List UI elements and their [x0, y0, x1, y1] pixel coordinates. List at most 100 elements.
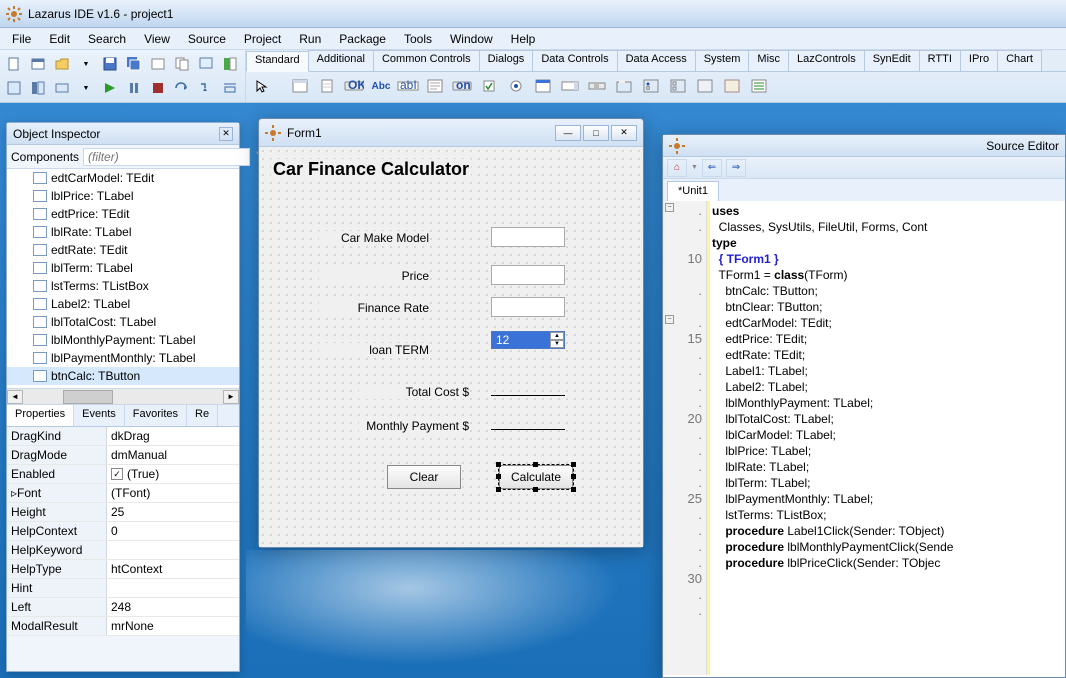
prop-row[interactable]: HelpTypehtContext	[7, 560, 239, 579]
comp-pointer[interactable]	[250, 74, 274, 98]
lbl-term[interactable]: loan TERM	[319, 343, 429, 357]
comp-edit[interactable]: abI	[396, 74, 420, 98]
menu-tools[interactable]: Tools	[396, 30, 440, 48]
tb-forms[interactable]	[195, 53, 217, 75]
form-maximize-button[interactable]: □	[583, 125, 609, 141]
menu-edit[interactable]: Edit	[41, 30, 78, 48]
lst-terms-spinner[interactable]: ▲▼	[550, 332, 564, 348]
menu-window[interactable]: Window	[442, 30, 501, 48]
tb-run-dropdown[interactable]: ▼	[75, 77, 97, 99]
tb-stepout[interactable]	[219, 77, 241, 99]
tb-view3[interactable]	[51, 77, 73, 99]
comptab-dialogs[interactable]: Dialogs	[479, 50, 534, 71]
comptab-additional[interactable]: Additional	[308, 50, 374, 71]
tree-item[interactable]: lblPaymentMonthly: TLabel	[7, 349, 239, 367]
component-tree[interactable]: edtCarModel: TEditlblPrice: TLabeledtPri…	[7, 169, 239, 389]
tb-view2[interactable]	[27, 77, 49, 99]
prop-row[interactable]: Height25	[7, 503, 239, 522]
comptab-system[interactable]: System	[695, 50, 750, 71]
proptab-events[interactable]: Events	[74, 405, 125, 426]
lbl-rate[interactable]: Finance Rate	[319, 301, 429, 315]
scroll-thumb[interactable]	[63, 390, 113, 404]
property-grid[interactable]: DragKinddkDragDragModedmManualEnabled✓(T…	[7, 427, 239, 636]
tb-new-unit[interactable]	[3, 53, 25, 75]
tree-item[interactable]: lblTotalCost: TLabel	[7, 313, 239, 331]
comptab-rtti[interactable]: RTTI	[919, 50, 961, 71]
prop-row[interactable]: Hint	[7, 579, 239, 598]
menu-file[interactable]: File	[4, 30, 39, 48]
code-area[interactable]: .. 10 . .15....20....25....30..−− uses C…	[663, 201, 1065, 675]
tree-item[interactable]: edtCarModel: TEdit	[7, 169, 239, 187]
form-canvas[interactable]: Car Finance Calculator Car Make Model Pr…	[259, 147, 643, 547]
lbl-total-cost[interactable]: Total Cost $	[359, 385, 469, 399]
comp-frame[interactable]	[720, 74, 744, 98]
comp-groupbox[interactable]	[612, 74, 636, 98]
lst-terms[interactable]: 12 ▲▼	[491, 331, 565, 349]
tb-units[interactable]	[171, 53, 193, 75]
tb-view1[interactable]	[3, 77, 25, 99]
menu-search[interactable]: Search	[80, 30, 134, 48]
edt-price[interactable]	[491, 265, 565, 285]
tb-new-form[interactable]	[27, 53, 49, 75]
comp-popupmenu[interactable]	[315, 74, 339, 98]
edt-car-model[interactable]	[491, 227, 565, 247]
prop-row[interactable]: ▹Font(TFont)	[7, 484, 239, 503]
lbl-total-cost-value[interactable]	[491, 395, 565, 396]
code-text[interactable]: uses Classes, SysUtils, FileUtil, Forms,…	[707, 201, 1065, 675]
source-tab-unit1[interactable]: *Unit1	[667, 181, 719, 201]
form-minimize-button[interactable]: —	[555, 125, 581, 141]
comptab-chart[interactable]: Chart	[997, 50, 1042, 71]
tb-toggle[interactable]	[219, 53, 241, 75]
prop-row[interactable]: Left248	[7, 598, 239, 617]
comp-actionlist[interactable]	[747, 74, 771, 98]
tree-item[interactable]: btnCalc: TButton	[7, 367, 239, 385]
tb-stop[interactable]	[147, 77, 169, 99]
comptab-misc[interactable]: Misc	[748, 50, 789, 71]
comptab-data-access[interactable]: Data Access	[617, 50, 696, 71]
proptab-properties[interactable]: Properties	[7, 405, 74, 426]
tree-item[interactable]: edtRate: TEdit	[7, 241, 239, 259]
btn-calc[interactable]: Calculate	[499, 465, 573, 489]
tree-item[interactable]: lblMonthlyPayment: TLabel	[7, 331, 239, 349]
fold-icon[interactable]: −	[665, 315, 674, 324]
prop-row[interactable]: HelpKeyword	[7, 541, 239, 560]
scroll-right-icon[interactable]: ►	[223, 390, 239, 404]
tb-stepover[interactable]	[171, 77, 193, 99]
comptab-common-controls[interactable]: Common Controls	[373, 50, 480, 71]
tb-newproj[interactable]	[147, 53, 169, 75]
object-inspector-close[interactable]: ✕	[219, 127, 233, 141]
comp-checkbox[interactable]	[477, 74, 501, 98]
comptab-ipro[interactable]: IPro	[960, 50, 998, 71]
menu-project[interactable]: Project	[236, 30, 289, 48]
tb-open[interactable]	[51, 53, 73, 75]
tree-item[interactable]: Label2: TLabel	[7, 295, 239, 313]
tree-item[interactable]: lstTerms: TListBox	[7, 277, 239, 295]
components-filter-input[interactable]	[83, 148, 250, 166]
lbl-monthly-payment[interactable]: Monthly Payment $	[359, 419, 469, 433]
comp-mainmenu[interactable]	[288, 74, 312, 98]
prop-row[interactable]: Enabled✓(True)	[7, 465, 239, 484]
form-titlebar[interactable]: Form1 — □ ✕	[259, 119, 643, 147]
tb-open-dropdown[interactable]: ▼	[75, 53, 97, 75]
comptab-data-controls[interactable]: Data Controls	[532, 50, 617, 71]
tree-item[interactable]: lblPrice: TLabel	[7, 187, 239, 205]
tb-save[interactable]	[99, 53, 121, 75]
tb-run[interactable]	[99, 77, 121, 99]
comp-button[interactable]: OK	[342, 74, 366, 98]
tree-hscrollbar[interactable]: ◄ ►	[7, 389, 239, 405]
fold-icon[interactable]: −	[665, 203, 674, 212]
menu-source[interactable]: Source	[180, 30, 234, 48]
edt-rate[interactable]	[491, 297, 565, 317]
comp-radio[interactable]	[504, 74, 528, 98]
tb-stepinto[interactable]	[195, 77, 217, 99]
comp-checkgroup[interactable]	[666, 74, 690, 98]
form-heading-label[interactable]: Car Finance Calculator	[271, 159, 471, 180]
code-gutter[interactable]: .. 10 . .15....20....25....30..−−	[663, 201, 707, 675]
comptab-synedit[interactable]: SynEdit	[864, 50, 920, 71]
prop-row[interactable]: HelpContext0	[7, 522, 239, 541]
comptab-standard[interactable]: Standard	[246, 51, 309, 72]
proptab-favorites[interactable]: Favorites	[125, 405, 187, 426]
lbl-payment-monthly[interactable]	[491, 429, 565, 430]
btn-clear[interactable]: Clear	[387, 465, 461, 489]
lbl-car-model[interactable]: Car Make Model	[319, 231, 429, 245]
